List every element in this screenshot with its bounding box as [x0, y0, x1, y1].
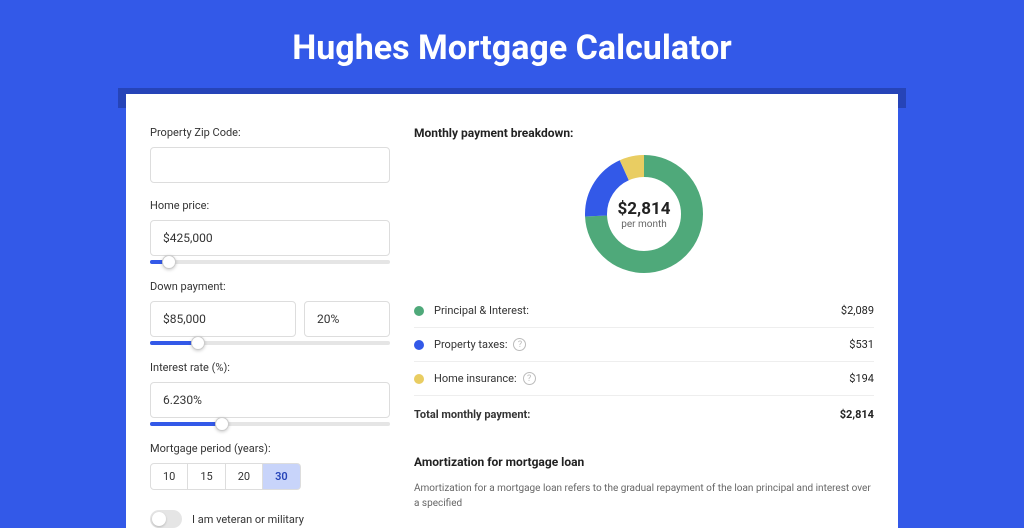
item-label: Principal & Interest:	[434, 304, 841, 317]
zip-group: Property Zip Code:	[150, 126, 390, 183]
page-title: Hughes Mortgage Calculator	[0, 0, 1024, 88]
rate-label: Interest rate (%):	[150, 361, 390, 374]
total-value: $2,814	[840, 408, 874, 421]
amortization-section: Amortization for mortgage loan Amortizat…	[414, 455, 874, 511]
period-option-10[interactable]: 10	[150, 463, 188, 490]
price-slider[interactable]	[150, 260, 390, 264]
item-value: $194	[849, 372, 874, 385]
veteran-toggle[interactable]	[150, 510, 182, 528]
period-group: Mortgage period (years): 10152030	[150, 442, 390, 490]
item-value: $531	[849, 338, 874, 351]
amortization-text: Amortization for a mortgage loan refers …	[414, 481, 874, 511]
rate-slider[interactable]	[150, 422, 390, 426]
breakdown-heading: Monthly payment breakdown:	[414, 126, 874, 140]
down-label: Down payment:	[150, 280, 390, 293]
total-label: Total monthly payment:	[414, 408, 840, 421]
rate-slider-fill	[150, 422, 222, 426]
down-slider-thumb[interactable]	[191, 336, 205, 350]
donut-sublabel: per month	[621, 219, 667, 230]
item-label: Property taxes: ?	[434, 338, 849, 351]
period-option-30[interactable]: 30	[263, 463, 301, 490]
breakdown-item-1: Property taxes: ?$531	[414, 328, 874, 362]
breakdown-panel: Monthly payment breakdown: $2,814 per mo…	[414, 126, 874, 528]
legend-dot	[414, 340, 424, 350]
veteran-toggle-row: I am veteran or military	[150, 510, 390, 528]
total-row: Total monthly payment: $2,814	[414, 396, 874, 431]
item-value: $2,089	[841, 304, 874, 317]
period-option-15[interactable]: 15	[188, 463, 225, 490]
period-pills: 10152030	[150, 463, 390, 490]
period-option-20[interactable]: 20	[226, 463, 263, 490]
breakdown-item-0: Principal & Interest: $2,089	[414, 294, 874, 328]
legend-dot	[414, 374, 424, 384]
rate-input[interactable]	[150, 382, 390, 418]
period-label: Mortgage period (years):	[150, 442, 390, 455]
price-group: Home price:	[150, 199, 390, 264]
down-slider[interactable]	[150, 341, 390, 345]
zip-label: Property Zip Code:	[150, 126, 390, 139]
down-pct-input[interactable]	[304, 301, 390, 337]
donut-chart-wrap: $2,814 per month	[414, 154, 874, 274]
breakdown-item-2: Home insurance: ?$194	[414, 362, 874, 396]
rate-slider-thumb[interactable]	[215, 417, 229, 431]
form-panel: Property Zip Code: Home price: Down paym…	[150, 126, 390, 528]
price-label: Home price:	[150, 199, 390, 212]
price-input[interactable]	[150, 220, 390, 256]
info-icon[interactable]: ?	[523, 372, 536, 385]
veteran-label: I am veteran or military	[192, 513, 304, 526]
amortization-heading: Amortization for mortgage loan	[414, 455, 874, 469]
info-icon[interactable]: ?	[513, 338, 526, 351]
donut-center: $2,814 per month	[584, 154, 704, 274]
price-slider-thumb[interactable]	[162, 255, 176, 269]
item-label: Home insurance: ?	[434, 372, 849, 385]
legend-dot	[414, 306, 424, 316]
donut-value: $2,814	[618, 199, 671, 219]
down-group: Down payment:	[150, 280, 390, 345]
down-amount-input[interactable]	[150, 301, 296, 337]
rate-group: Interest rate (%):	[150, 361, 390, 426]
breakdown-list: Principal & Interest: $2,089Property tax…	[414, 294, 874, 396]
calculator-card: Property Zip Code: Home price: Down paym…	[126, 94, 898, 528]
zip-input[interactable]	[150, 147, 390, 183]
donut-chart: $2,814 per month	[584, 154, 704, 274]
